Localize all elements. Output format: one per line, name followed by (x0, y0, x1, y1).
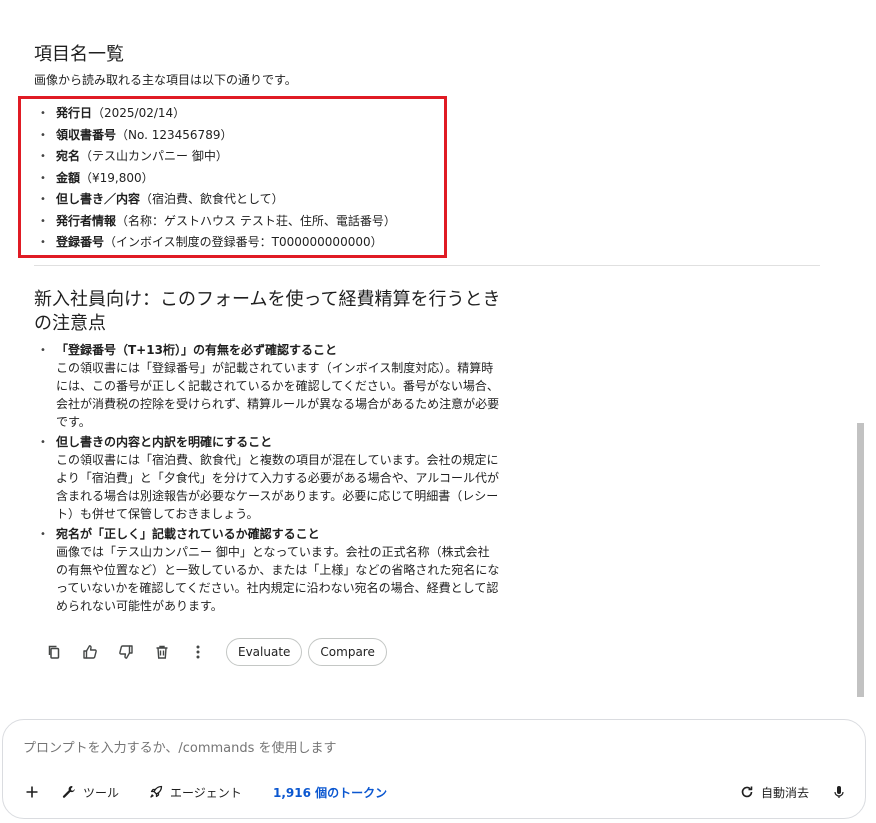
section-title-notes: 新入社員向け：このフォームを使って経費精算を行うときの注意点 (34, 289, 501, 334)
plus-icon (26, 786, 38, 798)
scrollbar[interactable] (857, 423, 864, 697)
auto-clear-label: 自動消去 (761, 785, 810, 800)
tip-item: 「登録番号（T+13桁）」の有無を必ず確認すること この領収書には「登録番号」が… (40, 342, 500, 431)
agent-button[interactable]: エージェント (149, 780, 242, 804)
item-list: 発行日（2025/02/14） 領収書番号（No. 123456789） 宛名（… (40, 103, 396, 254)
tools-label: ツール (83, 785, 120, 800)
add-button[interactable] (25, 780, 46, 804)
section-title-items: 項目名一覧 (34, 44, 124, 65)
response-area: 項目名一覧 画像から読み取れる主な項目は以下の通りです。 発行日（2025/02… (0, 0, 876, 720)
thumbs-down-icon (119, 645, 133, 659)
tip-text: この領収書には「宿泊費、飲食代」と複数の項目が混在しています。会社の規定により「… (56, 453, 500, 521)
tip-title: 宛名が「正しく」記載されているか確認すること (56, 527, 320, 541)
list-item: 領収書番号（No. 123456789） (40, 125, 396, 147)
list-item: 登録番号（インボイス制度の登録番号：T000000000000） (40, 232, 396, 254)
thumbs-down-button[interactable] (112, 638, 140, 666)
thumbs-up-icon (83, 645, 97, 659)
more-options-button[interactable] (184, 638, 212, 666)
more-vert-icon (196, 645, 200, 659)
refresh-icon (741, 786, 753, 798)
evaluate-button[interactable]: Evaluate (226, 638, 303, 666)
list-item: 宛名（テス山カンパニー 御中） (40, 146, 396, 168)
trash-icon (156, 645, 168, 659)
tip-title: 「登録番号（T+13桁）」の有無を必ず確認すること (56, 343, 337, 357)
tip-text: 画像では「テス山カンパニー 御中」となっています。会社の正式名称（株式会社の有無… (56, 545, 500, 613)
tips-list: 「登録番号（T+13桁）」の有無を必ず確認すること この領収書には「登録番号」が… (40, 342, 500, 618)
microphone-icon (834, 786, 844, 798)
tip-item: 但し書きの内容と内訳を明確にすること この領収書には「宿泊費、飲食代」と複数の項… (40, 434, 500, 523)
copy-button[interactable] (40, 638, 68, 666)
composer-toolbar: ツール エージェント 1,916 個のトークン 自動消去 (3, 780, 865, 804)
tip-title: 但し書きの内容と内訳を明確にすること (56, 435, 273, 449)
copy-icon (48, 645, 60, 659)
delete-button[interactable] (148, 638, 176, 666)
section-intro: 画像から読み取れる主な項目は以下の通りです。 (34, 73, 297, 87)
compare-button[interactable]: Compare (308, 638, 387, 666)
token-count[interactable]: 1,916 個のトークン (273, 780, 387, 804)
auto-clear-button[interactable]: 自動消去 (740, 780, 809, 804)
thumbs-up-button[interactable] (76, 638, 104, 666)
divider (34, 265, 820, 266)
list-item: 金額（¥19,800） (40, 168, 396, 190)
tip-item: 宛名が「正しく」記載されているか確認すること 画像では「テス山カンパニー 御中」… (40, 526, 500, 615)
list-item: 但し書き／内容（宿泊費、飲食代として） (40, 189, 396, 211)
prompt-composer: プロンプトを入力するか、/commands を使用します ツール エージェント … (2, 719, 866, 819)
list-item: 発行者情報（名称：ゲストハウス テスト荘、住所、電話番号） (40, 211, 396, 233)
response-actions: Evaluate Compare (40, 638, 387, 666)
list-item: 発行日（2025/02/14） (40, 103, 396, 125)
prompt-input[interactable]: プロンプトを入力するか、/commands を使用します (23, 737, 337, 756)
wrench-icon (62, 786, 75, 798)
microphone-button[interactable] (832, 780, 853, 804)
agent-label: エージェント (170, 785, 242, 800)
rocket-icon (150, 785, 163, 798)
tip-text: この領収書には「登録番号」が記載されています（インボイス制度対応）。精算時には、… (56, 361, 500, 429)
tools-button[interactable]: ツール (62, 780, 119, 804)
